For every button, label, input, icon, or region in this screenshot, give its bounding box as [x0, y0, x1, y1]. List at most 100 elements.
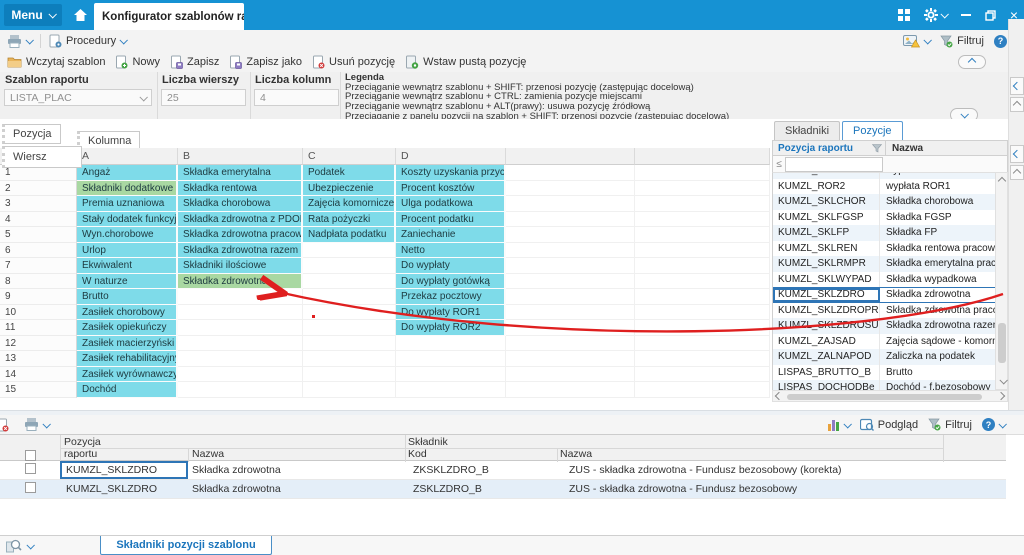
- tab-konfigurator[interactable]: Konfigurator szablonów rapo: [94, 3, 244, 30]
- template-cell-empty[interactable]: [635, 243, 770, 259]
- grid-column-header[interactable]: D: [396, 148, 506, 165]
- template-cell[interactable]: Składka rentowa: [178, 181, 303, 197]
- menu-button[interactable]: Menu: [4, 4, 62, 26]
- position-row[interactable]: KUMZL_ROR2wypłata ROR1: [773, 179, 1007, 195]
- save-button[interactable]: Zapisz: [165, 54, 224, 71]
- position-row[interactable]: KUMZL_ZAJSADZajęcia sądowe - komornik: [773, 334, 1007, 350]
- template-cell-empty[interactable]: [635, 289, 770, 305]
- panel-col-nazwa[interactable]: Nazwa: [886, 141, 1007, 155]
- position-row[interactable]: LISPAS_BRUTTO_BBrutto: [773, 365, 1007, 381]
- template-cell[interactable]: Netto: [396, 243, 506, 259]
- template-cell[interactable]: Koszty uzyskania przychodu: [396, 165, 506, 181]
- grid-column-header[interactable]: B: [178, 148, 303, 165]
- position-row[interactable]: KUMZL_SKLFPSkładka FP: [773, 225, 1007, 241]
- template-cell[interactable]: Procent kosztów: [396, 181, 506, 197]
- scroll-right-icon[interactable]: [997, 392, 1005, 400]
- position-row[interactable]: KUMZL_SKLZDROSkładka zdrowotna: [773, 287, 1007, 303]
- template-cell-empty[interactable]: [635, 227, 770, 243]
- panel-filter-input[interactable]: [785, 157, 883, 172]
- template-cell-empty[interactable]: [635, 367, 770, 383]
- template-cell[interactable]: [178, 336, 303, 352]
- scroll-up-icon[interactable]: [997, 177, 1005, 185]
- template-cell[interactable]: Do wypłaty ROR1: [396, 305, 506, 321]
- restore-icon[interactable]: [985, 10, 996, 21]
- template-cell-empty[interactable]: [506, 258, 635, 274]
- position-row[interactable]: KUMZL_ZALNAPODZaliczka na podatek: [773, 349, 1007, 365]
- template-cell[interactable]: [396, 351, 506, 367]
- template-cell[interactable]: [303, 243, 396, 259]
- grid-column-header[interactable]: C: [303, 148, 396, 165]
- template-cell[interactable]: Podatek: [303, 165, 396, 181]
- template-cell[interactable]: Stały dodatek funkcyjny: [77, 212, 178, 228]
- apps-grid-icon[interactable]: [898, 9, 910, 21]
- template-cell[interactable]: [396, 382, 506, 398]
- screenshot-button[interactable]: [898, 33, 935, 50]
- column-filter-icon[interactable]: [872, 144, 882, 153]
- template-cell[interactable]: Wyn.chorobowe: [77, 227, 178, 243]
- template-cell[interactable]: [396, 336, 506, 352]
- template-cell[interactable]: [303, 320, 396, 336]
- template-cell[interactable]: [303, 289, 396, 305]
- row-checkbox[interactable]: [25, 463, 36, 474]
- component-row[interactable]: KUMZL_SKLZDROSkładka zdrowotnaZSKLZDRO_B…: [0, 480, 1006, 499]
- template-cell[interactable]: [303, 336, 396, 352]
- template-cell[interactable]: [178, 367, 303, 383]
- position-row[interactable]: KUMZL_SKLCHORSkładka chorobowa: [773, 194, 1007, 210]
- template-cell-empty[interactable]: [635, 320, 770, 336]
- template-cell[interactable]: [178, 382, 303, 398]
- component-row[interactable]: KUMZL_SKLZDROSkładka zdrowotnaZKSKLZDRO_…: [0, 461, 1006, 480]
- print-button[interactable]: [19, 416, 54, 433]
- template-cell-empty[interactable]: [506, 351, 635, 367]
- template-cell-empty[interactable]: [635, 165, 770, 181]
- row-checkbox[interactable]: [25, 482, 36, 493]
- col-raportu[interactable]: raportu: [64, 448, 97, 461]
- liczba-kolumn-input[interactable]: 4: [254, 89, 339, 106]
- template-cell[interactable]: Składka zdrowotna razem: [178, 243, 303, 259]
- tab-skladniki[interactable]: Składniki: [774, 121, 840, 140]
- template-cell-empty[interactable]: [506, 165, 635, 181]
- template-cell[interactable]: Składniki ilościowe: [178, 258, 303, 274]
- template-cell[interactable]: Ekwiwalent: [77, 258, 178, 274]
- template-cell-empty[interactable]: [506, 382, 635, 398]
- template-cell[interactable]: Dochód: [77, 382, 178, 398]
- scroll-up-button[interactable]: [1010, 165, 1024, 180]
- filter-button[interactable]: Filtruj: [935, 33, 989, 50]
- template-cell[interactable]: Ubezpieczenie: [303, 181, 396, 197]
- szablon-raportu-select[interactable]: LISTA_PLAC: [4, 89, 152, 106]
- template-cell-empty[interactable]: [506, 212, 635, 228]
- template-cell-empty[interactable]: [635, 382, 770, 398]
- template-cell[interactable]: Składka emerytalna: [178, 165, 303, 181]
- home-button[interactable]: [68, 4, 92, 26]
- template-cell[interactable]: [303, 367, 396, 383]
- position-row[interactable]: KUMZL_SKLWYPADSkładka wypadkowa: [773, 272, 1007, 288]
- pozycja-field-button[interactable]: Pozycja: [2, 124, 61, 144]
- filter-button[interactable]: Filtruj: [923, 416, 977, 433]
- template-cell-empty[interactable]: [635, 274, 770, 290]
- template-cell[interactable]: Premia uznaniowa: [77, 196, 178, 212]
- delete-position-button[interactable]: Usuń pozycję: [307, 54, 400, 71]
- template-cell[interactable]: Do wypłaty gotówką: [396, 274, 506, 290]
- template-cell-empty[interactable]: [635, 336, 770, 352]
- liczba-wierszy-input[interactable]: 25: [161, 89, 246, 106]
- col-kod[interactable]: Kod: [408, 448, 427, 461]
- save-as-button[interactable]: Zapisz jako: [224, 54, 307, 71]
- template-cell[interactable]: Zajęcia komornicze: [303, 196, 396, 212]
- template-cell[interactable]: Składka zdrowotna: [178, 274, 303, 290]
- template-cell[interactable]: [178, 351, 303, 367]
- template-cell[interactable]: Angaż: [77, 165, 178, 181]
- template-cell-empty[interactable]: [506, 305, 635, 321]
- position-row[interactable]: KUMZL_SKLRMPRSkładka emerytalna pracowni…: [773, 256, 1007, 272]
- template-cell[interactable]: Nadpłata podatku: [303, 227, 396, 243]
- wiersz-field-button[interactable]: Wiersz: [2, 146, 82, 168]
- new-button[interactable]: Nowy: [110, 54, 165, 71]
- collapse-bottom-panel-button[interactable]: [1010, 77, 1024, 95]
- panel-col-pozycja-raportu[interactable]: Pozycja raportu: [773, 141, 886, 155]
- tab-pozycje[interactable]: Pozycje: [842, 121, 903, 140]
- template-cell-empty[interactable]: [506, 227, 635, 243]
- template-cell[interactable]: Zasiłek macierzyński: [77, 336, 178, 352]
- template-cell[interactable]: Zasiłek opiekuńczy: [77, 320, 178, 336]
- template-cell-empty[interactable]: [506, 336, 635, 352]
- template-cell[interactable]: [396, 367, 506, 383]
- template-cell[interactable]: Składka zdrowotna z PDOF: [178, 212, 303, 228]
- position-row[interactable]: KUMZL_SKLRENSkładka rentowa pracownika: [773, 241, 1007, 257]
